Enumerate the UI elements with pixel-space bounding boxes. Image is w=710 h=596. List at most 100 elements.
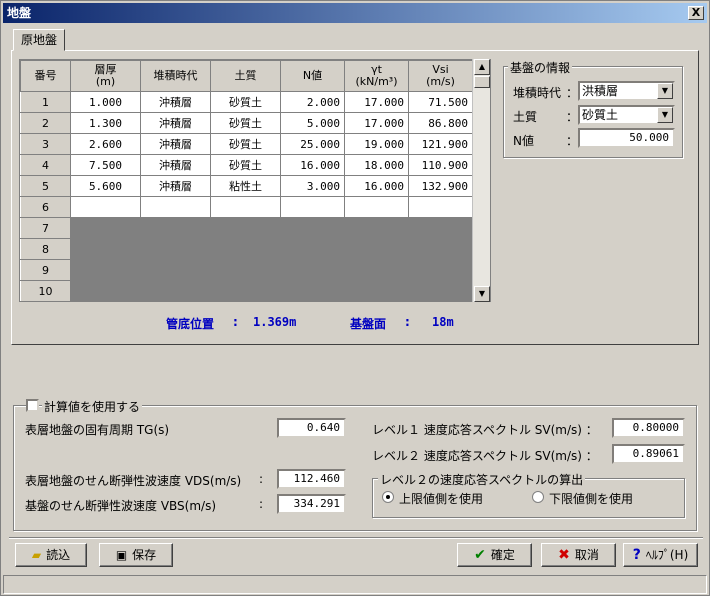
use-calc-checkbox[interactable] bbox=[26, 399, 39, 412]
scroll-up-icon[interactable]: ▲ bbox=[474, 59, 490, 75]
column-header[interactable]: Vsi (m/s) bbox=[408, 60, 473, 92]
base-era-select[interactable]: 洪積層 ▼ bbox=[578, 81, 675, 101]
column-header[interactable]: N値 bbox=[280, 60, 345, 92]
grid-cell[interactable]: 沖積層 bbox=[140, 133, 211, 155]
grid-cell[interactable]: 71.500 bbox=[408, 91, 473, 113]
table-row[interactable]: 4 7.500 沖積層 砂質土 16.000 18.000 110.900 bbox=[20, 154, 473, 176]
grid-vertical-scrollbar[interactable]: ▲ ▼ bbox=[472, 59, 490, 302]
grid-cell[interactable]: 砂質土 bbox=[210, 112, 281, 134]
base-n-input[interactable]: 50.000 bbox=[578, 128, 675, 148]
table-row[interactable]: 8 bbox=[20, 238, 473, 260]
grid-cell[interactable] bbox=[280, 196, 345, 218]
grid-cell[interactable] bbox=[140, 259, 211, 281]
row-number[interactable]: 7 bbox=[20, 217, 71, 239]
grid-cell[interactable] bbox=[280, 280, 345, 301]
save-button[interactable]: ▣ 保存 bbox=[99, 543, 173, 567]
grid-cell[interactable]: 砂質土 bbox=[210, 154, 281, 176]
grid-cell[interactable]: 1.000 bbox=[70, 91, 141, 113]
grid-cell[interactable]: 5.600 bbox=[70, 175, 141, 197]
grid-cell[interactable] bbox=[344, 238, 409, 260]
row-number[interactable]: 5 bbox=[20, 175, 71, 197]
chevron-down-icon[interactable]: ▼ bbox=[657, 107, 673, 123]
vds-input[interactable]: 112.460 bbox=[277, 469, 346, 489]
tab-original-ground[interactable]: 原地盤 bbox=[13, 29, 65, 51]
column-header[interactable]: 層厚 (m) bbox=[70, 60, 141, 92]
column-header[interactable]: γt (kN/m³) bbox=[344, 60, 409, 92]
load-button[interactable]: ▰ 読込 bbox=[15, 543, 87, 567]
grid-cell[interactable]: 16.000 bbox=[344, 175, 409, 197]
grid-cell[interactable]: 17.000 bbox=[344, 112, 409, 134]
sv2-input[interactable]: 0.89061 bbox=[612, 444, 685, 464]
grid-cell[interactable] bbox=[280, 238, 345, 260]
grid-cell[interactable]: 86.800 bbox=[408, 112, 473, 134]
vbs-input[interactable]: 334.291 bbox=[277, 494, 346, 514]
row-number[interactable]: 4 bbox=[20, 154, 71, 176]
row-number[interactable]: 10 bbox=[20, 280, 71, 301]
grid-cell[interactable] bbox=[344, 280, 409, 301]
grid-cell[interactable] bbox=[210, 259, 281, 281]
grid-cell[interactable]: 1.300 bbox=[70, 112, 141, 134]
grid-cell[interactable] bbox=[408, 196, 473, 218]
grid-cell[interactable] bbox=[210, 196, 281, 218]
grid-cell[interactable]: 2.600 bbox=[70, 133, 141, 155]
grid-cell[interactable] bbox=[210, 217, 281, 239]
column-header[interactable]: 番号 bbox=[20, 60, 71, 92]
scroll-down-icon[interactable]: ▼ bbox=[474, 286, 490, 302]
table-row[interactable]: 5 5.600 沖積層 粘性土 3.000 16.000 132.900 bbox=[20, 175, 473, 197]
grid-cell[interactable] bbox=[140, 280, 211, 301]
grid-cell[interactable]: 沖積層 bbox=[140, 175, 211, 197]
scroll-thumb[interactable] bbox=[474, 76, 490, 88]
table-row[interactable]: 2 1.300 沖積層 砂質土 5.000 17.000 86.800 bbox=[20, 112, 473, 134]
soil-layer-grid[interactable]: 番号 層厚 (m) 堆積時代 土質 N値 γt (kN/m³) Vsi (m/s) 1 1.0… bbox=[19, 59, 491, 302]
grid-cell[interactable] bbox=[140, 217, 211, 239]
grid-cell[interactable]: 2.000 bbox=[280, 91, 345, 113]
grid-cell[interactable]: 5.000 bbox=[280, 112, 345, 134]
grid-cell[interactable] bbox=[210, 280, 281, 301]
grid-cell[interactable] bbox=[140, 196, 211, 218]
grid-cell[interactable] bbox=[408, 259, 473, 281]
grid-cell[interactable] bbox=[70, 259, 141, 281]
grid-cell[interactable] bbox=[408, 217, 473, 239]
sv1-input[interactable]: 0.80000 bbox=[612, 418, 685, 438]
base-soil-select[interactable]: 砂質土 ▼ bbox=[578, 105, 675, 125]
table-row[interactable]: 7 bbox=[20, 217, 473, 239]
cancel-button[interactable]: ✖ 取消 bbox=[541, 543, 616, 567]
chevron-down-icon[interactable]: ▼ bbox=[657, 83, 673, 99]
grid-cell[interactable]: 121.900 bbox=[408, 133, 473, 155]
grid-cell[interactable] bbox=[344, 217, 409, 239]
table-row[interactable]: 3 2.600 沖積層 砂質土 25.000 19.000 121.900 bbox=[20, 133, 473, 155]
row-number[interactable]: 9 bbox=[20, 259, 71, 281]
grid-cell[interactable]: 132.900 bbox=[408, 175, 473, 197]
grid-cell[interactable] bbox=[70, 280, 141, 301]
column-header[interactable]: 土質 bbox=[210, 60, 281, 92]
close-button[interactable]: X bbox=[688, 6, 704, 20]
row-number[interactable]: 8 bbox=[20, 238, 71, 260]
grid-cell[interactable] bbox=[408, 238, 473, 260]
radio-lower[interactable] bbox=[532, 491, 544, 503]
grid-cell[interactable]: 17.000 bbox=[344, 91, 409, 113]
grid-cell[interactable]: 沖積層 bbox=[140, 154, 211, 176]
grid-cell[interactable]: 16.000 bbox=[280, 154, 345, 176]
row-number[interactable]: 3 bbox=[20, 133, 71, 155]
table-row[interactable]: 6 bbox=[20, 196, 473, 218]
grid-cell[interactable] bbox=[280, 259, 345, 281]
grid-cell[interactable] bbox=[70, 217, 141, 239]
grid-cell[interactable] bbox=[70, 196, 141, 218]
table-row[interactable]: 9 bbox=[20, 259, 473, 281]
grid-cell[interactable]: 粘性土 bbox=[210, 175, 281, 197]
row-number[interactable]: 2 bbox=[20, 112, 71, 134]
grid-cell[interactable]: 砂質土 bbox=[210, 133, 281, 155]
grid-cell[interactable] bbox=[408, 280, 473, 301]
grid-cell[interactable]: 3.000 bbox=[280, 175, 345, 197]
grid-cell[interactable] bbox=[70, 238, 141, 260]
grid-cell[interactable]: 19.000 bbox=[344, 133, 409, 155]
grid-cell[interactable]: 25.000 bbox=[280, 133, 345, 155]
grid-cell[interactable]: 沖積層 bbox=[140, 112, 211, 134]
tg-input[interactable]: 0.640 bbox=[277, 418, 346, 438]
grid-cell[interactable]: 18.000 bbox=[344, 154, 409, 176]
ok-button[interactable]: ✔ 確定 bbox=[457, 543, 532, 567]
grid-cell[interactable]: 沖積層 bbox=[140, 91, 211, 113]
grid-cell[interactable] bbox=[344, 196, 409, 218]
grid-cell[interactable] bbox=[210, 238, 281, 260]
table-row[interactable]: 10 bbox=[20, 280, 473, 301]
